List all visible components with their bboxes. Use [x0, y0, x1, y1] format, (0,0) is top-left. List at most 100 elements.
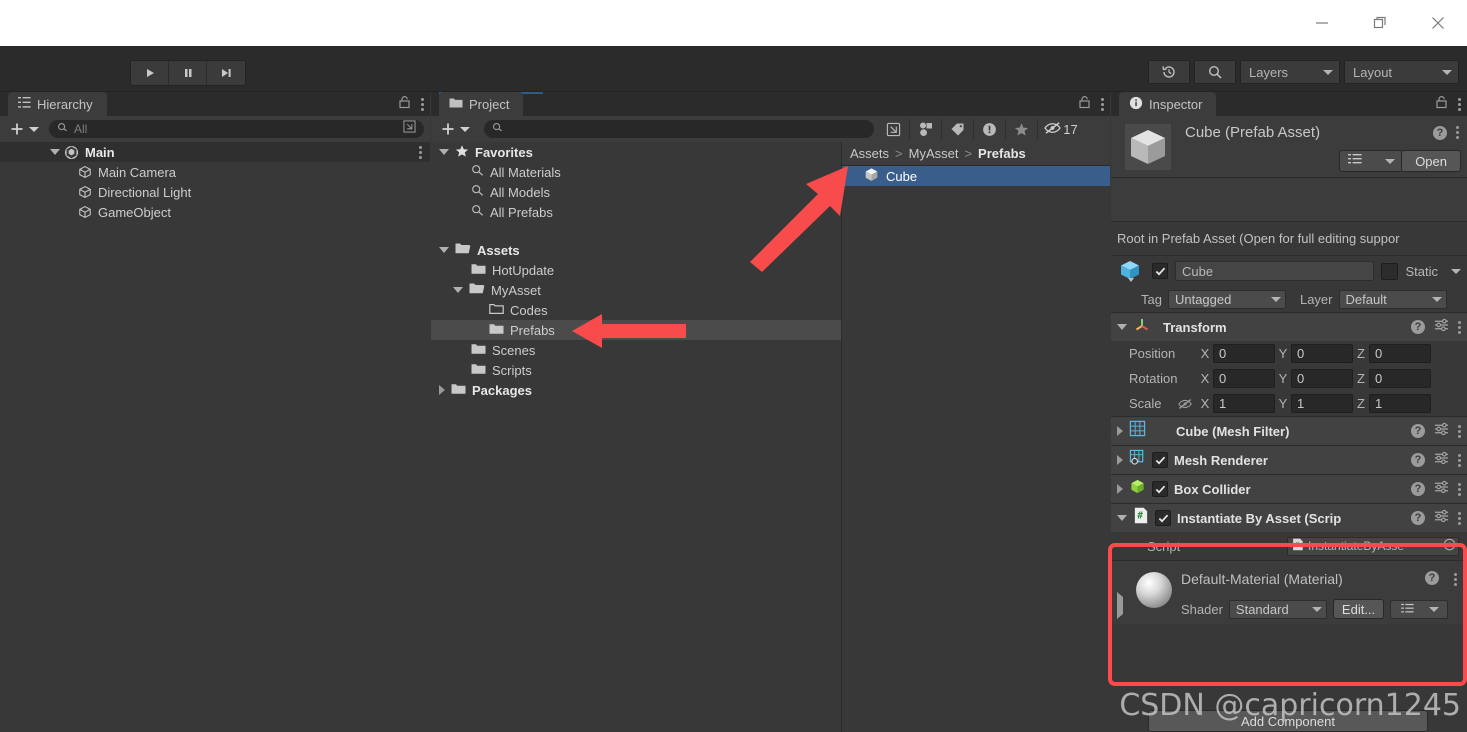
help-icon[interactable]: ? — [1411, 482, 1425, 496]
open-button[interactable]: Open — [1401, 150, 1461, 172]
kebab-icon[interactable] — [1454, 571, 1457, 588]
breadcrumb-assets[interactable]: Assets — [850, 146, 889, 161]
lock-icon[interactable] — [1078, 95, 1091, 114]
chevron-down-icon[interactable] — [439, 247, 449, 253]
expand-search-icon[interactable] — [878, 118, 910, 140]
project-tree-scripts[interactable]: Scripts — [431, 360, 841, 380]
chevron-right-icon[interactable] — [1117, 426, 1123, 436]
play-icon[interactable] — [131, 61, 169, 85]
step-icon[interactable] — [207, 61, 245, 85]
position-x-field[interactable]: 0 — [1213, 344, 1275, 363]
hierarchy-add-button[interactable] — [6, 122, 45, 136]
material-preset-button[interactable] — [1390, 600, 1448, 619]
favorites-star-icon[interactable] — [1006, 118, 1038, 140]
lock-icon[interactable] — [1435, 95, 1448, 114]
kebab-icon[interactable] — [1458, 96, 1461, 113]
kebab-icon[interactable] — [1458, 452, 1461, 469]
kebab-icon[interactable] — [419, 144, 422, 161]
tab-inspector[interactable]: Inspector — [1119, 92, 1216, 116]
kebab-icon[interactable] — [1458, 423, 1461, 440]
constrain-proportions-off-icon[interactable] — [1173, 397, 1197, 411]
help-icon[interactable]: ? — [1411, 453, 1425, 467]
edit-shader-button[interactable]: Edit... — [1333, 599, 1384, 619]
breadcrumb-myasset[interactable]: MyAsset — [909, 146, 959, 161]
kebab-icon[interactable] — [1101, 96, 1104, 113]
hierarchy-item-main[interactable]: Main — [0, 142, 430, 162]
chevron-right-icon[interactable] — [439, 385, 445, 395]
settings-icon[interactable] — [1434, 480, 1449, 499]
close-icon[interactable] — [1409, 0, 1467, 46]
chevron-down-icon[interactable] — [1451, 269, 1461, 274]
kebab-icon[interactable] — [1458, 319, 1461, 336]
layer-dropdown[interactable]: Default — [1339, 290, 1447, 309]
chevron-down-icon[interactable] — [453, 287, 463, 293]
search-by-type-icon[interactable] — [910, 118, 942, 140]
tag-dropdown[interactable]: Untagged — [1168, 290, 1286, 309]
chevron-down-icon[interactable] — [1117, 324, 1127, 330]
hierarchy-item-directional-light[interactable]: Directional Light — [0, 182, 430, 202]
search-expand-icon[interactable] — [403, 120, 416, 138]
position-y-field[interactable]: 0 — [1291, 344, 1353, 363]
project-tree-favorites[interactable]: Favorites — [431, 142, 841, 162]
transform-header[interactable]: Transform ? — [1111, 313, 1467, 341]
script-object-field[interactable]: # InstantiateByAsse — [1287, 537, 1459, 556]
help-icon[interactable]: ? — [1425, 571, 1439, 585]
search-by-label-icon[interactable] — [942, 118, 974, 140]
hierarchy-search-input[interactable]: All — [49, 120, 424, 138]
chevron-right-icon[interactable] — [1117, 484, 1123, 494]
kebab-icon[interactable] — [421, 96, 424, 113]
help-icon[interactable]: ? — [1411, 320, 1425, 334]
project-search-input[interactable] — [484, 120, 874, 138]
undo-history-icon[interactable] — [1148, 60, 1190, 84]
mesh-renderer-header[interactable]: Mesh Renderer ? — [1111, 446, 1467, 474]
chevron-down-icon[interactable] — [50, 149, 60, 155]
lock-icon[interactable] — [398, 95, 411, 114]
tab-project[interactable]: Project — [439, 92, 523, 116]
help-icon[interactable]: ? — [1411, 511, 1425, 525]
kebab-icon[interactable] — [1458, 481, 1461, 498]
scale-y-field[interactable]: 1 — [1291, 394, 1353, 413]
pause-icon[interactable] — [169, 61, 207, 85]
warnings-icon[interactable] — [974, 118, 1006, 140]
rotation-z-field[interactable]: 0 — [1369, 369, 1431, 388]
mesh-filter-header[interactable]: Cube (Mesh Filter) ? — [1111, 417, 1467, 445]
minimize-icon[interactable] — [1293, 0, 1351, 46]
gameobject-name-field[interactable]: Cube — [1175, 261, 1374, 281]
project-add-button[interactable] — [437, 122, 476, 136]
preset-selector-button[interactable] — [1339, 150, 1403, 172]
chevron-right-icon[interactable] — [1117, 597, 1123, 615]
hierarchy-item-gameobject[interactable]: GameObject — [0, 202, 430, 222]
maximize-icon[interactable] — [1351, 0, 1409, 46]
box-collider-header[interactable]: Box Collider ? — [1111, 475, 1467, 503]
search-icon[interactable] — [1194, 60, 1236, 84]
hierarchy-item-main-camera[interactable]: Main Camera — [0, 162, 430, 182]
settings-icon[interactable] — [1434, 318, 1449, 337]
project-tree-myasset[interactable]: MyAsset — [431, 280, 841, 300]
layout-dropdown[interactable]: Layout — [1344, 60, 1459, 84]
project-asset-cube[interactable]: Cube — [842, 166, 1110, 186]
settings-icon[interactable] — [1434, 509, 1449, 528]
project-tree-packages[interactable]: Packages — [431, 380, 841, 400]
kebab-icon[interactable] — [1456, 124, 1459, 141]
rotation-x-field[interactable]: 0 — [1213, 369, 1275, 388]
help-icon[interactable]: ? — [1411, 424, 1425, 438]
settings-icon[interactable] — [1434, 451, 1449, 470]
gameobject-enabled-checkbox[interactable] — [1152, 263, 1168, 279]
position-z-field[interactable]: 0 — [1369, 344, 1431, 363]
script-enabled-checkbox[interactable] — [1155, 510, 1171, 526]
hidden-assets-count[interactable]: 17 — [1038, 118, 1084, 140]
box-collider-enabled-checkbox[interactable] — [1152, 481, 1168, 497]
settings-icon[interactable] — [1434, 422, 1449, 441]
static-checkbox[interactable] — [1381, 263, 1398, 280]
chevron-right-icon[interactable] — [1117, 455, 1123, 465]
rotation-y-field[interactable]: 0 — [1291, 369, 1353, 388]
breadcrumb-prefabs[interactable]: Prefabs — [978, 146, 1026, 161]
tab-hierarchy[interactable]: Hierarchy — [8, 92, 107, 116]
shader-dropdown[interactable]: Standard — [1229, 600, 1327, 619]
object-picker-icon[interactable] — [1443, 538, 1456, 554]
kebab-icon[interactable] — [1458, 510, 1461, 527]
help-icon[interactable]: ? — [1433, 126, 1447, 140]
chevron-down-icon[interactable] — [1117, 515, 1127, 521]
chevron-down-icon[interactable] — [439, 149, 449, 155]
mesh-renderer-enabled-checkbox[interactable] — [1152, 452, 1168, 468]
